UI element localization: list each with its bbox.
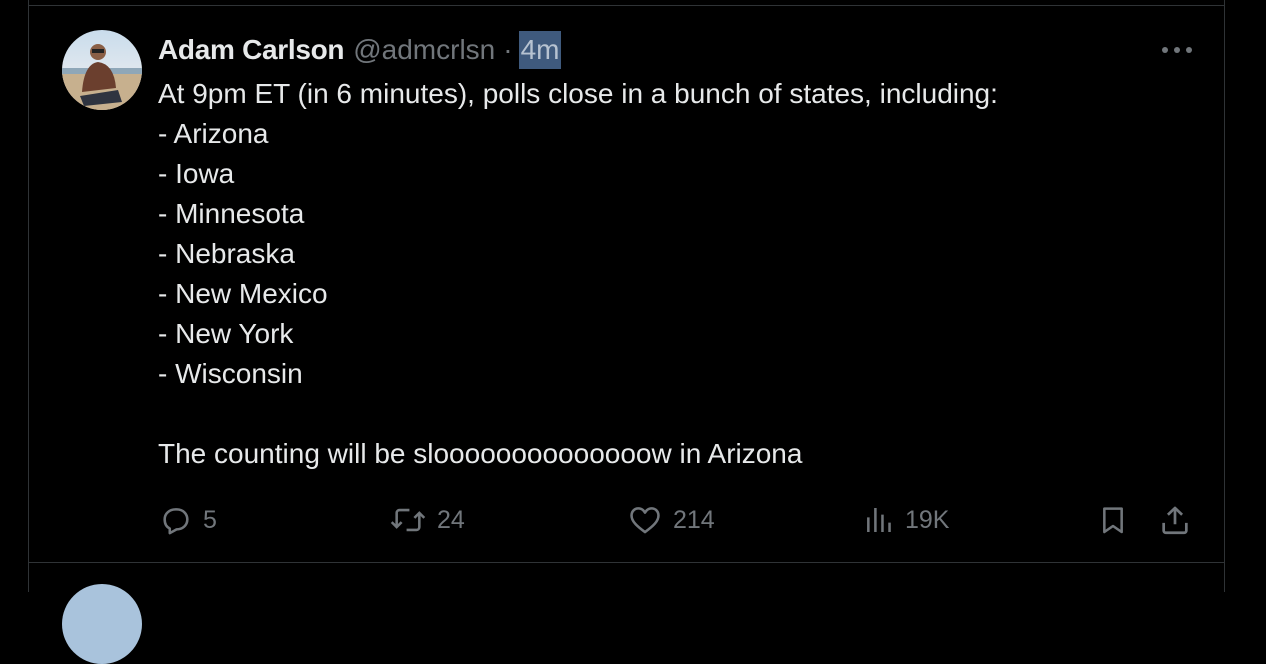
like-count: 214 (673, 505, 715, 534)
more-options-button[interactable] (1157, 36, 1197, 64)
views-count: 19K (905, 505, 950, 534)
share-button[interactable] (1158, 498, 1192, 542)
tweet-line: - New York (158, 318, 294, 349)
tweet-line: The counting will be sloooooooooooooow i… (158, 438, 803, 469)
tweet-line (158, 394, 1158, 434)
top-divider (29, 5, 1224, 6)
tweet-line: - New Mexico (158, 278, 328, 309)
timeline-column: Adam Carlson @admcrlsn · 4m At 9pm ET (i… (28, 0, 1225, 664)
reply-button[interactable]: 5 (159, 498, 217, 542)
tweet-actions: 5 24 214 19K (29, 498, 1224, 542)
repost-count: 24 (437, 505, 465, 534)
more-horizontal-icon (1162, 47, 1192, 53)
bookmark-icon (1103, 507, 1123, 534)
separator-dot: · (503, 34, 513, 65)
author-avatar[interactable] (62, 30, 142, 110)
reply-icon (163, 508, 189, 535)
repost-button[interactable]: 24 (389, 498, 465, 542)
reply-count: 5 (203, 505, 217, 534)
tweet-line: - Arizona (158, 118, 269, 149)
repost-icon (390, 508, 426, 532)
bookmark-button[interactable] (1097, 498, 1129, 542)
bottom-divider (29, 562, 1224, 563)
author-name[interactable]: Adam Carlson (158, 34, 345, 66)
tweet-timestamp[interactable]: 4m (518, 31, 562, 69)
tweet-header: Adam Carlson @admcrlsn · 4m (158, 30, 562, 70)
share-icon (1162, 506, 1188, 535)
views-button[interactable]: 19K (863, 498, 949, 542)
tweet-line: - Iowa (158, 158, 235, 189)
views-chart-icon (867, 508, 891, 532)
tweet-line: - Minnesota (158, 198, 305, 229)
next-tweet-avatar[interactable] (62, 584, 142, 664)
tweet-line: At 9pm ET (in 6 minutes), polls close in… (158, 78, 998, 109)
tweet-text: At 9pm ET (in 6 minutes), polls close in… (158, 74, 1158, 474)
author-handle[interactable]: @admcrlsn (353, 34, 495, 66)
tweet-line: - Nebraska (158, 238, 295, 269)
tweet-line: - Wisconsin (158, 358, 303, 389)
like-button[interactable]: 214 (627, 498, 715, 542)
heart-icon (630, 507, 660, 534)
